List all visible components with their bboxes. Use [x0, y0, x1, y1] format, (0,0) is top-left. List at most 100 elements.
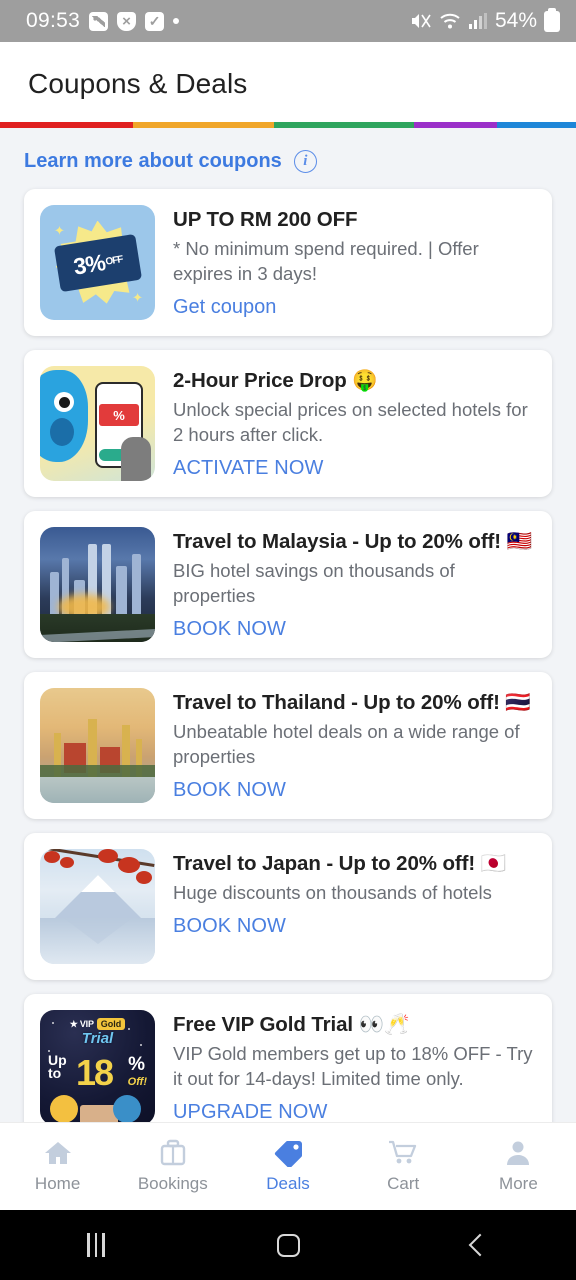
deal-card-body: Free VIP Gold Trial 👀🥂 VIP Gold members …	[173, 1010, 536, 1122]
battery-icon	[544, 7, 560, 32]
deal-cta-button[interactable]: Get coupon	[173, 296, 276, 319]
discount-percent-label: %	[128, 1054, 145, 1075]
coupon-3-percent-off-icon: 3% OFF ✦ ✦	[40, 205, 155, 320]
page-title: Coupons & Deals	[28, 68, 248, 99]
deal-card-body: Travel to Japan - Up to 20% off! 🇯🇵 Huge…	[173, 849, 536, 938]
tab-home-label: Home	[34, 1174, 81, 1193]
deal-cta-button[interactable]: BOOK NOW	[173, 915, 286, 938]
tab-bookings[interactable]: Bookings	[115, 1123, 230, 1210]
deal-description: VIP Gold members get up to 18% OFF - Try…	[173, 1043, 533, 1090]
deal-title: Travel to Japan - Up to 20% off! 🇯🇵	[173, 852, 507, 875]
vip-gold-trial-icon: ★ VIP Gold Trial Up to 18 % Off!	[40, 1010, 155, 1122]
deal-card[interactable]: Travel to Thailand - Up to 20% off! 🇹🇭 U…	[24, 672, 552, 819]
deal-card[interactable]: Travel to Japan - Up to 20% off! 🇯🇵 Huge…	[24, 833, 552, 980]
tab-deals[interactable]: Deals	[230, 1123, 345, 1210]
deal-card[interactable]: ★ VIP Gold Trial Up to 18 % Off! Free VI…	[24, 994, 552, 1122]
battery-percent-label: 54%	[494, 9, 537, 32]
tab-cart-label: Cart	[387, 1174, 420, 1193]
deal-title: Free VIP Gold Trial 👀🥂	[173, 1013, 410, 1036]
thumb-percent-label: 3%	[71, 248, 106, 279]
deal-description: * No minimum spend required. | Offer exp…	[173, 238, 479, 285]
vip-label: ★ VIP	[69, 1018, 94, 1029]
blue-emoji-shape	[113, 1095, 141, 1122]
deal-card[interactable]: 3% OFF ✦ ✦ UP TO RM 200 OFF * No minimum …	[24, 189, 552, 336]
deal-title: Travel to Malaysia - Up to 20% off! 🇲🇾	[173, 530, 533, 553]
deals-scroll-area[interactable]: Learn more about coupons i 3% OFF ✦ ✦ UP …	[0, 128, 576, 1122]
status-bar-left: 09:53	[26, 9, 180, 33]
bottom-navigation-bar: Home Bookings Deals Cart More	[0, 1122, 576, 1210]
upto-label: Up to	[48, 1053, 67, 1082]
info-icon[interactable]: i	[293, 150, 317, 173]
reflection-shape	[63, 918, 132, 944]
deal-title: Travel to Thailand - Up to 20% off! 🇹🇭	[173, 691, 531, 714]
deal-title: 2-Hour Price Drop 🤑	[173, 369, 378, 392]
deal-description: Unbeatable hotel deals on a wide range o…	[173, 721, 520, 768]
deal-card[interactable]: Travel to Malaysia - Up to 20% off! 🇲🇾 B…	[24, 511, 552, 658]
deal-card-body: UP TO RM 200 OFF * No minimum spend requ…	[173, 205, 536, 319]
shield-x-icon	[117, 11, 137, 31]
deal-card-body: Travel to Thailand - Up to 20% off! 🇹🇭 U…	[173, 688, 536, 802]
home-square-icon	[276, 1233, 300, 1257]
gold-label: Gold	[96, 1018, 126, 1030]
maple-leaf-shape	[118, 857, 140, 873]
deal-cta-button[interactable]: BOOK NOW	[173, 618, 286, 641]
recents-button[interactable]	[46, 1223, 146, 1267]
app-header: Coupons & Deals	[0, 42, 576, 122]
mouth-shape	[50, 418, 74, 446]
recents-icon	[87, 1233, 105, 1257]
off-label: Off!	[127, 1076, 147, 1088]
signal-icon	[468, 11, 488, 31]
home-icon	[42, 1139, 74, 1167]
learn-more-row[interactable]: Learn more about coupons i	[0, 128, 576, 189]
person-icon	[502, 1139, 534, 1167]
maple-leaf-shape	[98, 849, 118, 863]
ticket-shape: 3% OFF	[53, 233, 142, 292]
cart-icon	[387, 1139, 419, 1167]
discount-number-label: 18	[76, 1052, 114, 1093]
tab-home[interactable]: Home	[0, 1123, 115, 1210]
deal-description: Huge discounts on thousands of hotels	[173, 882, 492, 904]
deal-cta-button[interactable]: UPGRADE NOW	[173, 1101, 327, 1122]
tab-cart[interactable]: Cart	[346, 1123, 461, 1210]
tab-more-label: More	[499, 1174, 538, 1193]
trial-label: Trial	[81, 1030, 114, 1047]
eye-shape	[54, 392, 74, 412]
thumb-percent-label: %	[113, 407, 125, 423]
thailand-temple-photo	[40, 688, 155, 803]
status-bar-right: 54%	[410, 7, 560, 33]
home-button[interactable]	[238, 1223, 338, 1267]
wifi-icon	[439, 11, 461, 31]
mount-fuji-photo	[40, 849, 155, 964]
building-shape	[132, 554, 141, 616]
deal-card[interactable]: % 2-Hour Price Drop 🤑 Unlock special pri…	[24, 350, 552, 497]
deal-description: BIG hotel savings on thousands of proper…	[173, 560, 455, 607]
deal-description: Unlock special prices on selected hotels…	[173, 399, 528, 446]
mute-icon	[410, 11, 432, 31]
building-shape	[116, 566, 127, 616]
deal-cta-button[interactable]: ACTIVATE NOW	[173, 457, 323, 480]
thumb-off-label: OFF	[104, 253, 123, 267]
blue-character-shape	[40, 370, 88, 462]
back-chevron-icon	[468, 1233, 492, 1257]
deal-card-body: Travel to Malaysia - Up to 20% off! 🇲🇾 B…	[173, 527, 536, 641]
sparkle-icon: ✦	[54, 223, 65, 238]
status-bar-clock: 09:53	[26, 9, 81, 32]
learn-more-link[interactable]: Learn more about coupons	[24, 150, 282, 173]
percent-tag-shape: %	[99, 404, 139, 426]
tag-icon	[272, 1139, 304, 1167]
back-button[interactable]	[430, 1223, 530, 1267]
deal-cta-button[interactable]: BOOK NOW	[173, 779, 286, 802]
maple-leaf-shape	[60, 857, 74, 868]
hand-shape	[121, 437, 151, 481]
tab-deals-label: Deals	[266, 1174, 310, 1193]
price-drop-phone-icon: %	[40, 366, 155, 481]
maple-leaf-shape	[44, 851, 60, 863]
dot-icon	[173, 18, 180, 24]
tab-more[interactable]: More	[461, 1123, 576, 1210]
kuala-lumpur-skyline-photo	[40, 527, 155, 642]
vip-badge-row: ★ VIP Gold	[40, 1018, 155, 1030]
snowcap-shape	[80, 875, 115, 892]
system-navigation-bar	[0, 1210, 576, 1280]
to-label: to	[48, 1065, 62, 1082]
suitcase-icon	[157, 1139, 189, 1167]
